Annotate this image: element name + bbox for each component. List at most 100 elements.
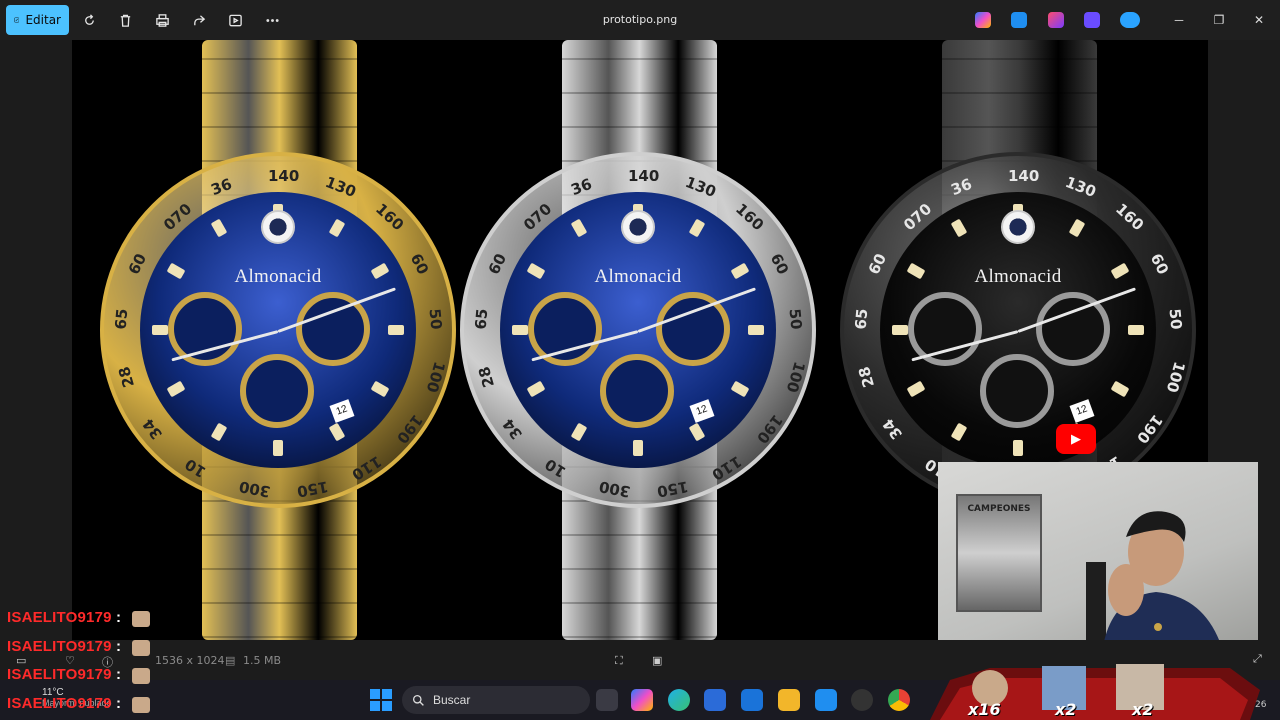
share-icon[interactable] <box>189 10 209 30</box>
close-icon[interactable]: ✕ <box>1247 10 1271 30</box>
subdial <box>600 354 674 428</box>
hour-marker <box>950 422 968 442</box>
hour-marker <box>152 325 168 335</box>
subdial <box>908 292 982 366</box>
title-bar: Editar prototipo.png ─ ❐ ✕ <box>0 0 1280 40</box>
delete-icon[interactable] <box>115 10 135 30</box>
bezel-number: 150 <box>295 477 330 502</box>
copilot-taskbar-icon[interactable] <box>631 689 653 711</box>
hour-marker <box>570 422 588 442</box>
subdial <box>168 292 242 366</box>
bezel-number: 130 <box>682 172 719 201</box>
bezel-number: 130 <box>322 172 359 201</box>
settings-icon[interactable] <box>851 689 873 711</box>
file-name: prototipo.png <box>602 13 678 26</box>
hour-marker <box>512 325 528 335</box>
hour-marker <box>1013 440 1023 456</box>
outlook-icon[interactable] <box>741 689 763 711</box>
chat-separator: : <box>116 666 122 683</box>
hour-marker <box>166 380 186 398</box>
chrome-icon[interactable] <box>888 689 910 711</box>
bezel-number: 28 <box>854 364 878 390</box>
slideshow-icon[interactable] <box>225 10 245 30</box>
onedrive-icon[interactable] <box>1120 12 1140 28</box>
hour-marker <box>273 440 283 456</box>
brand-logo-icon <box>1001 210 1035 244</box>
photos-icon[interactable] <box>815 689 837 711</box>
brand-name: Almonacid <box>594 266 682 287</box>
minimize-icon[interactable]: ─ <box>1167 10 1191 30</box>
brand-logo-icon <box>621 210 655 244</box>
more-options-icon[interactable] <box>262 10 282 30</box>
bezel-number: 130 <box>1062 172 1099 201</box>
fit-to-window-icon[interactable]: ⛶ <box>615 654 623 668</box>
hour-marker <box>950 218 968 238</box>
hour-marker <box>328 422 346 442</box>
rotate-icon[interactable] <box>79 10 99 30</box>
clipchamp-icon[interactable] <box>1048 12 1064 28</box>
brand-name: Almonacid <box>974 266 1062 287</box>
hour-marker <box>730 380 750 398</box>
print-icon[interactable] <box>152 10 172 30</box>
cat-emote-icon <box>132 697 150 713</box>
bezel-number: 36 <box>948 174 975 199</box>
bezel-number: 100 <box>1162 359 1189 395</box>
bezel-number: 110 <box>348 452 385 485</box>
chat-username: ISAELITO9179 <box>7 666 112 683</box>
chat-username: ISAELITO9179 <box>7 695 112 712</box>
brand-logo-icon <box>261 210 295 244</box>
start-button[interactable] <box>370 689 392 711</box>
bezel-number: 10 <box>181 455 209 482</box>
designer-icon[interactable] <box>1011 12 1027 28</box>
edit-button[interactable]: Editar <box>6 5 69 35</box>
combo-count-3: x2 <box>1132 700 1154 719</box>
maximize-icon[interactable]: ❐ <box>1207 10 1231 30</box>
bezel-number: 190 <box>393 411 427 448</box>
chat-message: ISAELITO9179 : <box>7 609 121 626</box>
file-size: 1.5 MB <box>243 654 282 667</box>
chat-separator: : <box>116 695 122 712</box>
hour-marker <box>370 380 390 398</box>
store-icon[interactable] <box>704 689 726 711</box>
combo-count-1: x16 <box>968 700 1001 719</box>
image-dimensions: 1536 x 1024 <box>155 654 225 667</box>
actual-size-icon[interactable]: ▣ <box>652 654 662 667</box>
bezel-number: 300 <box>597 477 632 502</box>
bezel-number: 10 <box>541 455 569 482</box>
subdial <box>980 354 1054 428</box>
cat-emote-icon <box>132 611 150 627</box>
hour-marker <box>328 218 346 238</box>
bezel-number: 34 <box>878 415 906 443</box>
taskbar-search[interactable]: Buscar <box>402 686 590 714</box>
hour-marker <box>688 422 706 442</box>
hour-marker <box>570 218 588 238</box>
edge-icon[interactable] <box>668 689 690 711</box>
bezel-number: 140 <box>1008 167 1040 185</box>
bezel-number: 140 <box>628 167 660 185</box>
copilot-icon[interactable] <box>975 12 991 28</box>
hour-marker <box>210 218 228 238</box>
cat-emote-icon <box>132 640 150 656</box>
file-explorer-icon[interactable] <box>778 689 800 711</box>
task-view-icon[interactable] <box>596 689 618 711</box>
bezel-number: 110 <box>708 452 745 485</box>
combo-count-2: x2 <box>1055 700 1077 719</box>
bezel-number: 34 <box>138 415 166 443</box>
chat-separator: : <box>116 638 122 655</box>
watch-dial: Almonacid 12 <box>880 192 1156 468</box>
webcam-overlay: CAMPEONES <box>938 462 1258 658</box>
hour-marker <box>748 325 764 335</box>
bezel-number: 34 <box>498 415 526 443</box>
hour-marker <box>1128 325 1144 335</box>
bezel-number: 65 <box>111 308 132 331</box>
bezel-number: 50 <box>785 308 806 331</box>
chat-message: ISAELITO9179 : <box>7 695 121 712</box>
bezel-number: 50 <box>1165 308 1186 331</box>
bezel-number: 36 <box>208 174 235 199</box>
chat-message: ISAELITO9179 : <box>7 638 121 655</box>
bezel-number: 36 <box>568 174 595 199</box>
clipchamp-video-icon[interactable] <box>1084 12 1100 28</box>
youtube-icon: ▶ <box>1056 424 1096 454</box>
watch-dial: Almonacid 12 <box>140 192 416 468</box>
date-window: 12 <box>1069 399 1095 423</box>
